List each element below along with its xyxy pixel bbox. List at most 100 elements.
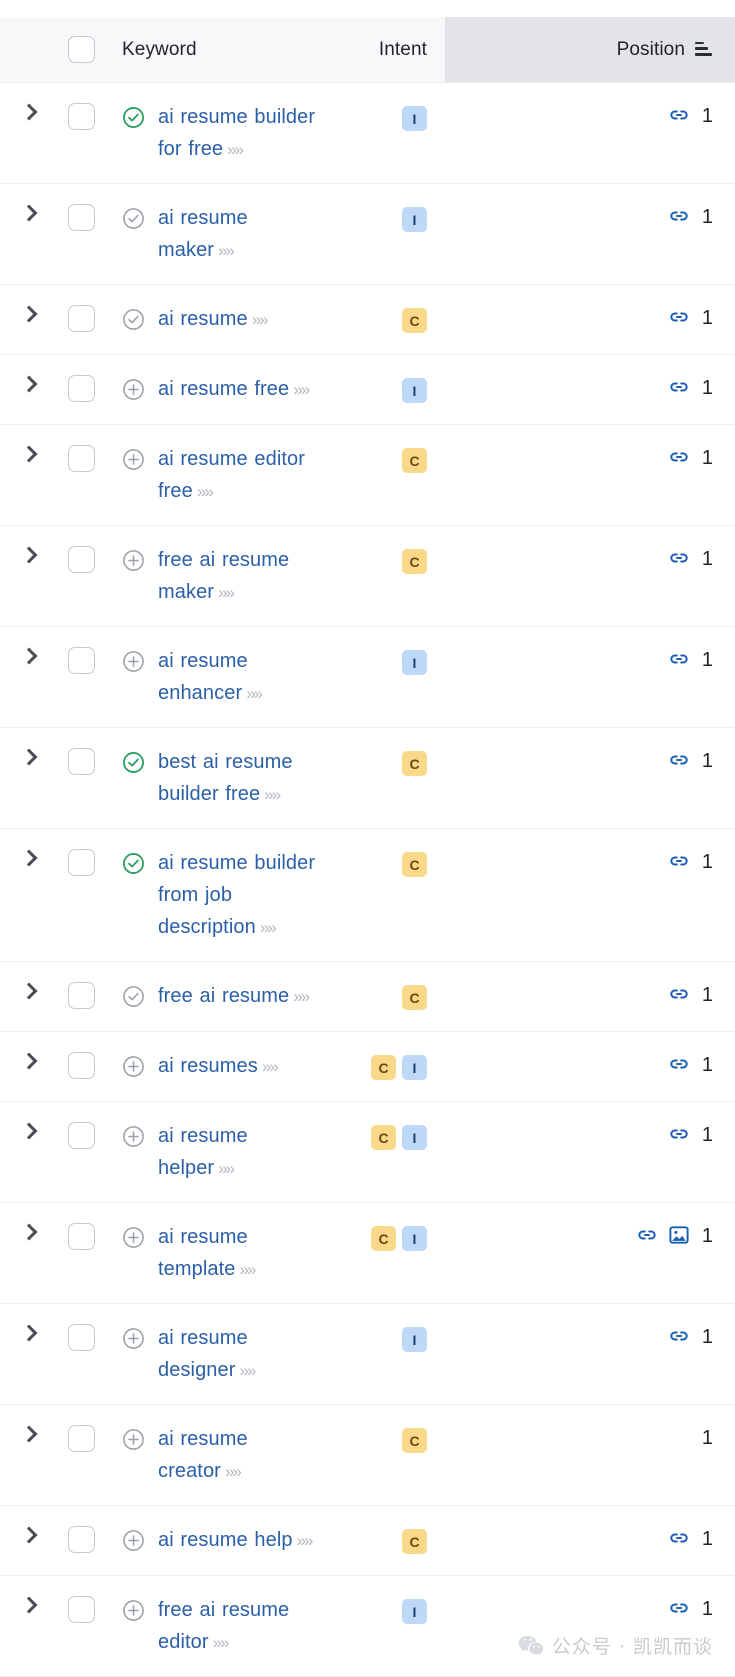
intent-badge-i[interactable]: I [402,378,427,403]
chevron-right-icon[interactable] [23,446,32,461]
row-expand-cell[interactable] [0,203,54,220]
double-chevron-right-icon[interactable]: »» [214,241,233,260]
link-icon[interactable] [668,376,690,398]
chevron-right-icon[interactable] [23,306,32,321]
check-circle-green-icon[interactable] [122,751,145,774]
row-select-cell[interactable] [54,848,108,876]
row-checkbox[interactable] [68,546,95,573]
row-expand-cell[interactable] [0,1525,54,1542]
chevron-right-icon[interactable] [23,205,32,220]
row-checkbox[interactable] [68,305,95,332]
keyword-link[interactable]: ai resume [158,308,248,330]
row-checkbox[interactable] [68,1052,95,1079]
link-icon[interactable] [668,306,690,328]
intent-badge-i[interactable]: I [402,1125,427,1150]
row-expand-cell[interactable] [0,1051,54,1068]
intent-badge-c[interactable]: C [371,1055,396,1080]
plus-circle-gray-icon[interactable] [122,1226,145,1249]
chevron-right-icon[interactable] [23,648,32,663]
link-icon[interactable] [668,648,690,670]
check-circle-gray-icon[interactable] [122,207,145,230]
row-checkbox[interactable] [68,1596,95,1623]
chevron-right-icon[interactable] [23,1426,32,1441]
intent-badge-i[interactable]: I [402,1327,427,1352]
header-select-all-cell[interactable] [54,36,108,63]
keyword-link[interactable]: ai resume maker [158,207,248,261]
row-checkbox[interactable] [68,647,95,674]
intent-badge-i[interactable]: I [402,650,427,675]
double-chevron-right-icon[interactable]: »» [214,1159,233,1178]
row-select-cell[interactable] [54,444,108,472]
link-icon[interactable] [668,446,690,468]
row-expand-cell[interactable] [0,545,54,562]
link-icon[interactable] [668,983,690,1005]
double-chevron-right-icon[interactable]: »» [289,380,308,399]
row-select-cell[interactable] [54,1424,108,1452]
keyword-link[interactable]: ai resume designer [158,1327,248,1381]
row-select-cell[interactable] [54,1222,108,1250]
table-row[interactable]: ai resume maker»»I1 [0,184,735,285]
intent-badge-i[interactable]: I [402,1055,427,1080]
table-row[interactable]: free ai resume»»C1 [0,962,735,1032]
chevron-right-icon[interactable] [23,1527,32,1542]
link-icon[interactable] [668,1527,690,1549]
chevron-right-icon[interactable] [23,1224,32,1239]
link-icon[interactable] [668,104,690,126]
table-row[interactable]: ai resume creator»»C1 [0,1405,735,1506]
table-row[interactable]: ai resume helper»»CI1 [0,1102,735,1203]
chevron-right-icon[interactable] [23,1123,32,1138]
chevron-right-icon[interactable] [23,376,32,391]
double-chevron-right-icon[interactable]: »» [260,785,279,804]
double-chevron-right-icon[interactable]: »» [293,1531,312,1550]
header-keyword-cell[interactable]: Keyword [108,39,327,61]
row-expand-cell[interactable] [0,1323,54,1340]
link-icon[interactable] [668,205,690,227]
plus-circle-gray-icon[interactable] [122,1428,145,1451]
table-row[interactable]: ai resume builder for free»»I1 [0,83,735,184]
link-icon[interactable] [668,1053,690,1075]
row-expand-cell[interactable] [0,981,54,998]
row-select-cell[interactable] [54,1323,108,1351]
double-chevron-right-icon[interactable]: »» [236,1361,255,1380]
row-checkbox[interactable] [68,982,95,1009]
row-expand-cell[interactable] [0,1121,54,1138]
row-expand-cell[interactable] [0,304,54,321]
double-chevron-right-icon[interactable]: »» [258,1057,277,1076]
link-icon[interactable] [668,1325,690,1347]
table-row[interactable]: best ai resume builder free»»C1 [0,728,735,829]
plus-circle-gray-icon[interactable] [122,650,145,673]
table-row[interactable]: ai resume template»»CI1 [0,1203,735,1304]
image-icon[interactable] [668,1224,690,1246]
double-chevron-right-icon[interactable]: »» [248,310,267,329]
row-select-cell[interactable] [54,203,108,231]
chevron-right-icon[interactable] [23,1053,32,1068]
row-select-cell[interactable] [54,1051,108,1079]
table-row[interactable]: ai resume designer»»I1 [0,1304,735,1405]
row-checkbox[interactable] [68,748,95,775]
plus-circle-gray-icon[interactable] [122,1327,145,1350]
row-checkbox[interactable] [68,1122,95,1149]
header-position-cell[interactable]: Position [445,17,735,82]
intent-badge-c[interactable]: C [402,751,427,776]
row-checkbox[interactable] [68,1223,95,1250]
chevron-right-icon[interactable] [23,749,32,764]
chevron-right-icon[interactable] [23,850,32,865]
link-icon[interactable] [668,547,690,569]
double-chevron-right-icon[interactable]: »» [223,140,242,159]
intent-badge-c[interactable]: C [402,1529,427,1554]
row-checkbox[interactable] [68,1425,95,1452]
select-all-checkbox[interactable] [68,36,95,63]
keyword-link[interactable]: free ai resume [158,985,289,1007]
row-expand-cell[interactable] [0,102,54,119]
row-select-cell[interactable] [54,646,108,674]
row-select-cell[interactable] [54,1595,108,1623]
chevron-right-icon[interactable] [23,547,32,562]
plus-circle-gray-icon[interactable] [122,549,145,572]
table-row[interactable]: free ai resume maker»»C1 [0,526,735,627]
row-expand-cell[interactable] [0,747,54,764]
intent-badge-c[interactable]: C [371,1125,396,1150]
link-icon[interactable] [636,1224,658,1246]
row-select-cell[interactable] [54,747,108,775]
intent-badge-c[interactable]: C [371,1226,396,1251]
table-row[interactable]: ai resumes»»CI1 [0,1032,735,1102]
